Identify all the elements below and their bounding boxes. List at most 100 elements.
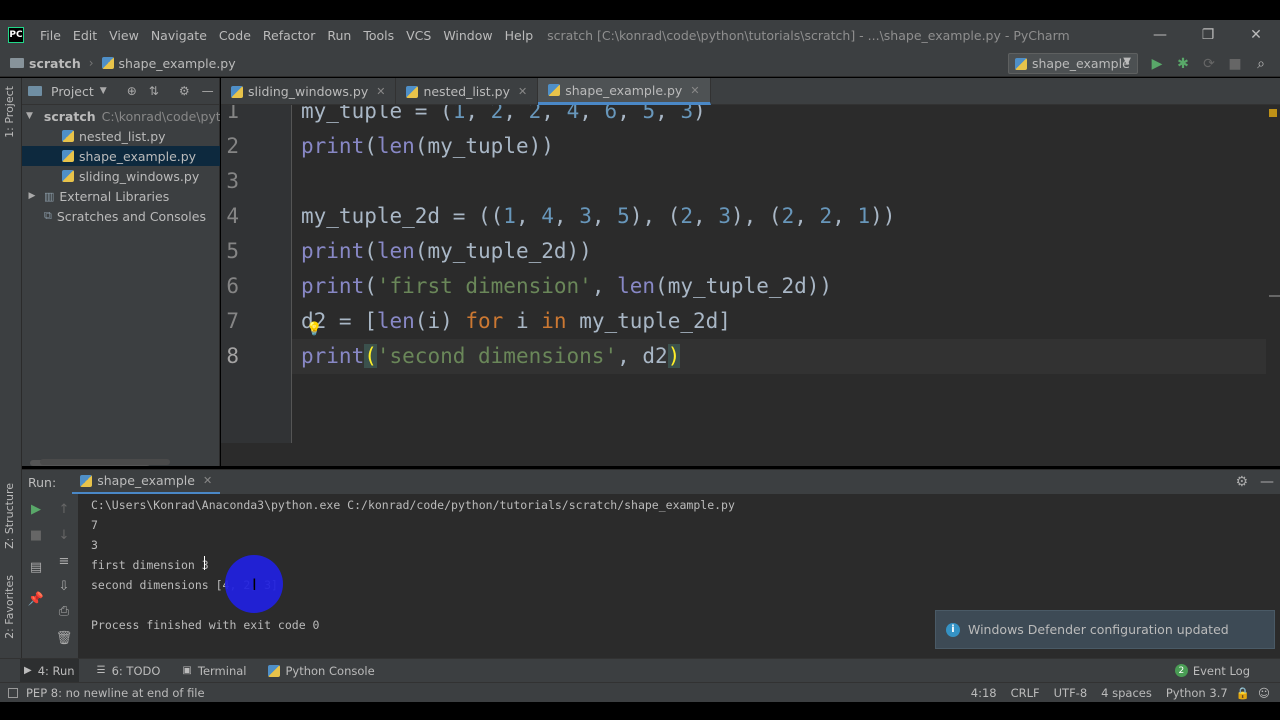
file-encoding[interactable]: UTF-8 bbox=[1054, 686, 1088, 700]
folder-icon bbox=[10, 58, 24, 68]
tab-label: sliding_windows.py bbox=[248, 84, 369, 99]
lock-icon[interactable]: 🔒 bbox=[1236, 686, 1250, 700]
run-configuration-label: shape_example bbox=[1032, 56, 1130, 71]
run-configuration-select[interactable]: shape_example ▼ bbox=[1008, 53, 1138, 74]
coverage-icon[interactable]: ⟳ bbox=[1196, 56, 1222, 72]
library-icon: ▥ bbox=[44, 189, 55, 203]
line-number-current: 8 bbox=[226, 344, 239, 368]
expand-arrow-icon[interactable]: ▶ bbox=[26, 191, 38, 201]
project-panel-title[interactable]: Project bbox=[51, 84, 94, 99]
code-line-4[interactable]: my_tuple_2d = ((1, 4, 3, 5), (2, 3), (2,… bbox=[301, 204, 895, 228]
menu-run[interactable]: Run bbox=[321, 28, 357, 43]
soft-wrap-icon[interactable]: ≡ bbox=[54, 554, 74, 569]
tree-root-path: C:\konrad\code\pyth bbox=[101, 108, 220, 124]
tree-item-nested-list[interactable]: nested_list.py bbox=[22, 126, 220, 146]
gear-icon[interactable]: ⚙ bbox=[1235, 474, 1248, 490]
menu-navigate[interactable]: Navigate bbox=[145, 28, 213, 43]
python-file-icon bbox=[62, 150, 74, 162]
line-number: 6 bbox=[226, 274, 239, 298]
hide-panel-icon[interactable]: — bbox=[202, 84, 214, 98]
scroll-up-icon[interactable]: ↑ bbox=[54, 502, 74, 517]
search-icon[interactable]: ⌕ bbox=[1248, 56, 1274, 72]
layout-icon[interactable]: ▤ bbox=[26, 560, 46, 575]
status-widgets: 4:18 CRLF UTF-8 4 spaces Python 3.7 🔒 ☺ bbox=[957, 686, 1270, 700]
hide-panel-icon[interactable]: — bbox=[1260, 474, 1274, 490]
favorites-tool-tab[interactable]: 2: Favorites bbox=[3, 575, 16, 639]
tree-item-shape-example[interactable]: shape_example.py bbox=[22, 146, 220, 166]
tab-python-console[interactable]: Python Console bbox=[264, 659, 378, 683]
close-tab-icon[interactable]: ✕ bbox=[376, 85, 385, 98]
close-tab-icon[interactable]: ✕ bbox=[690, 84, 699, 97]
expand-arrow-icon[interactable]: ▼ bbox=[26, 111, 33, 121]
tab-shape-example[interactable]: shape_example.py ✕ bbox=[538, 78, 711, 105]
stop-icon[interactable]: ■ bbox=[26, 528, 46, 543]
line-separator[interactable]: CRLF bbox=[1011, 686, 1040, 700]
locate-icon[interactable]: ⊕ bbox=[127, 84, 137, 98]
close-tab-icon[interactable]: ✕ bbox=[203, 474, 212, 487]
tree-item-external-libraries[interactable]: ▶ ▥ External Libraries bbox=[22, 186, 220, 206]
tree-root-scratch[interactable]: ▼ scratch C:\konrad\code\pyth bbox=[22, 106, 220, 126]
python-interpreter[interactable]: Python 3.7 bbox=[1166, 686, 1228, 700]
breadcrumb-file[interactable]: shape_example.py bbox=[101, 56, 236, 71]
close-icon[interactable]: ✕ bbox=[1232, 20, 1280, 50]
horizontal-scrollbar[interactable] bbox=[40, 459, 170, 465]
menu-view[interactable]: View bbox=[103, 28, 145, 43]
menu-vcs[interactable]: VCS bbox=[400, 28, 437, 43]
run-icon[interactable]: ▶ bbox=[1144, 56, 1170, 72]
tree-item-sliding-windows[interactable]: sliding_windows.py bbox=[22, 166, 220, 186]
intention-bulb-icon[interactable]: 💡 bbox=[306, 322, 322, 337]
notification-balloon[interactable]: i Windows Defender configuration updated bbox=[935, 610, 1275, 649]
menu-window[interactable]: Window bbox=[437, 28, 498, 43]
tree-item-scratches[interactable]: ⧉ Scratches and Consoles bbox=[22, 206, 220, 226]
code-editor[interactable]: my_tuple = (1, 2, 2, 4, 6, 5, 3) print(l… bbox=[292, 105, 1266, 443]
tab-todo[interactable]: ☰ 6: TODO bbox=[93, 659, 165, 683]
menu-code[interactable]: Code bbox=[213, 28, 257, 43]
structure-tool-tab[interactable]: Z: Structure bbox=[3, 483, 16, 549]
project-tool-tab[interactable]: 1: Project bbox=[3, 86, 16, 138]
code-line-1[interactable]: my_tuple = (1, 2, 2, 4, 6, 5, 3) bbox=[301, 105, 706, 123]
status-bar: PEP 8: no newline at end of file 4:18 CR… bbox=[0, 682, 1280, 702]
print-icon[interactable]: ⎙ bbox=[54, 604, 74, 619]
line-number: 3 bbox=[226, 169, 239, 193]
tab-nested-list[interactable]: nested_list.py ✕ bbox=[396, 78, 539, 105]
menu-edit[interactable]: Edit bbox=[67, 28, 103, 43]
debug-icon[interactable]: ✱ bbox=[1170, 56, 1196, 72]
menu-file[interactable]: File bbox=[34, 28, 67, 43]
minimize-icon[interactable]: — bbox=[1136, 20, 1184, 50]
scroll-down-icon[interactable]: ↓ bbox=[54, 528, 74, 543]
run-panel-header: Run: shape_example ✕ ⚙ — bbox=[22, 469, 1280, 495]
tab-terminal[interactable]: ▣ Terminal bbox=[178, 659, 250, 683]
code-line-7[interactable]: d2 = [len(i) for i in my_tuple_2d] bbox=[301, 309, 731, 333]
menu-tools[interactable]: Tools bbox=[357, 28, 400, 43]
gear-icon[interactable]: ⚙ bbox=[179, 84, 190, 98]
project-view-icon bbox=[28, 86, 42, 96]
view-mode-chevron-icon[interactable]: ▼ bbox=[100, 86, 107, 96]
code-line-6[interactable]: print('first dimension', len(my_tuple_2d… bbox=[301, 274, 832, 298]
code-line-8[interactable]: print('second dimensions', d2) bbox=[292, 339, 1266, 374]
tool-windows-icon[interactable] bbox=[8, 687, 18, 698]
event-log-button[interactable]: 2 Event Log bbox=[1174, 664, 1250, 678]
inspector-icon[interactable]: ☺ bbox=[1258, 686, 1270, 700]
collapse-all-icon[interactable]: ⇅ bbox=[149, 84, 159, 98]
warning-marker-icon[interactable] bbox=[1269, 109, 1277, 117]
indent-setting[interactable]: 4 spaces bbox=[1101, 686, 1152, 700]
rerun-icon[interactable]: ▶ bbox=[26, 502, 46, 517]
menu-refactor[interactable]: Refactor bbox=[257, 28, 321, 43]
code-line-2[interactable]: print(len(my_tuple)) bbox=[301, 134, 554, 158]
restore-icon[interactable]: ❐ bbox=[1184, 20, 1232, 50]
tab-run[interactable]: ▶ 4: Run bbox=[20, 658, 79, 683]
code-line-5[interactable]: print(len(my_tuple_2d)) bbox=[301, 239, 592, 263]
trash-icon[interactable]: 🗑 bbox=[54, 631, 74, 646]
menu-help[interactable]: Help bbox=[499, 28, 540, 43]
scroll-to-end-icon[interactable]: ⇩ bbox=[54, 579, 74, 594]
caret-position[interactable]: 4:18 bbox=[971, 686, 997, 700]
tab-sliding-windows[interactable]: sliding_windows.py ✕ bbox=[221, 78, 397, 105]
breadcrumb-project[interactable]: scratch bbox=[10, 56, 81, 71]
stop-icon[interactable]: ■ bbox=[1222, 56, 1248, 72]
event-count-badge: 2 bbox=[1174, 664, 1188, 677]
run-tab-shape-example[interactable]: shape_example ✕ bbox=[72, 470, 221, 495]
run-toolbar: ▶ ✱ ⟳ ■ ⌕ bbox=[1144, 50, 1274, 77]
editor-vertical-scrollbar[interactable] bbox=[1266, 105, 1280, 443]
close-tab-icon[interactable]: ✕ bbox=[518, 85, 527, 98]
pin-icon[interactable]: 📌 bbox=[26, 592, 46, 607]
